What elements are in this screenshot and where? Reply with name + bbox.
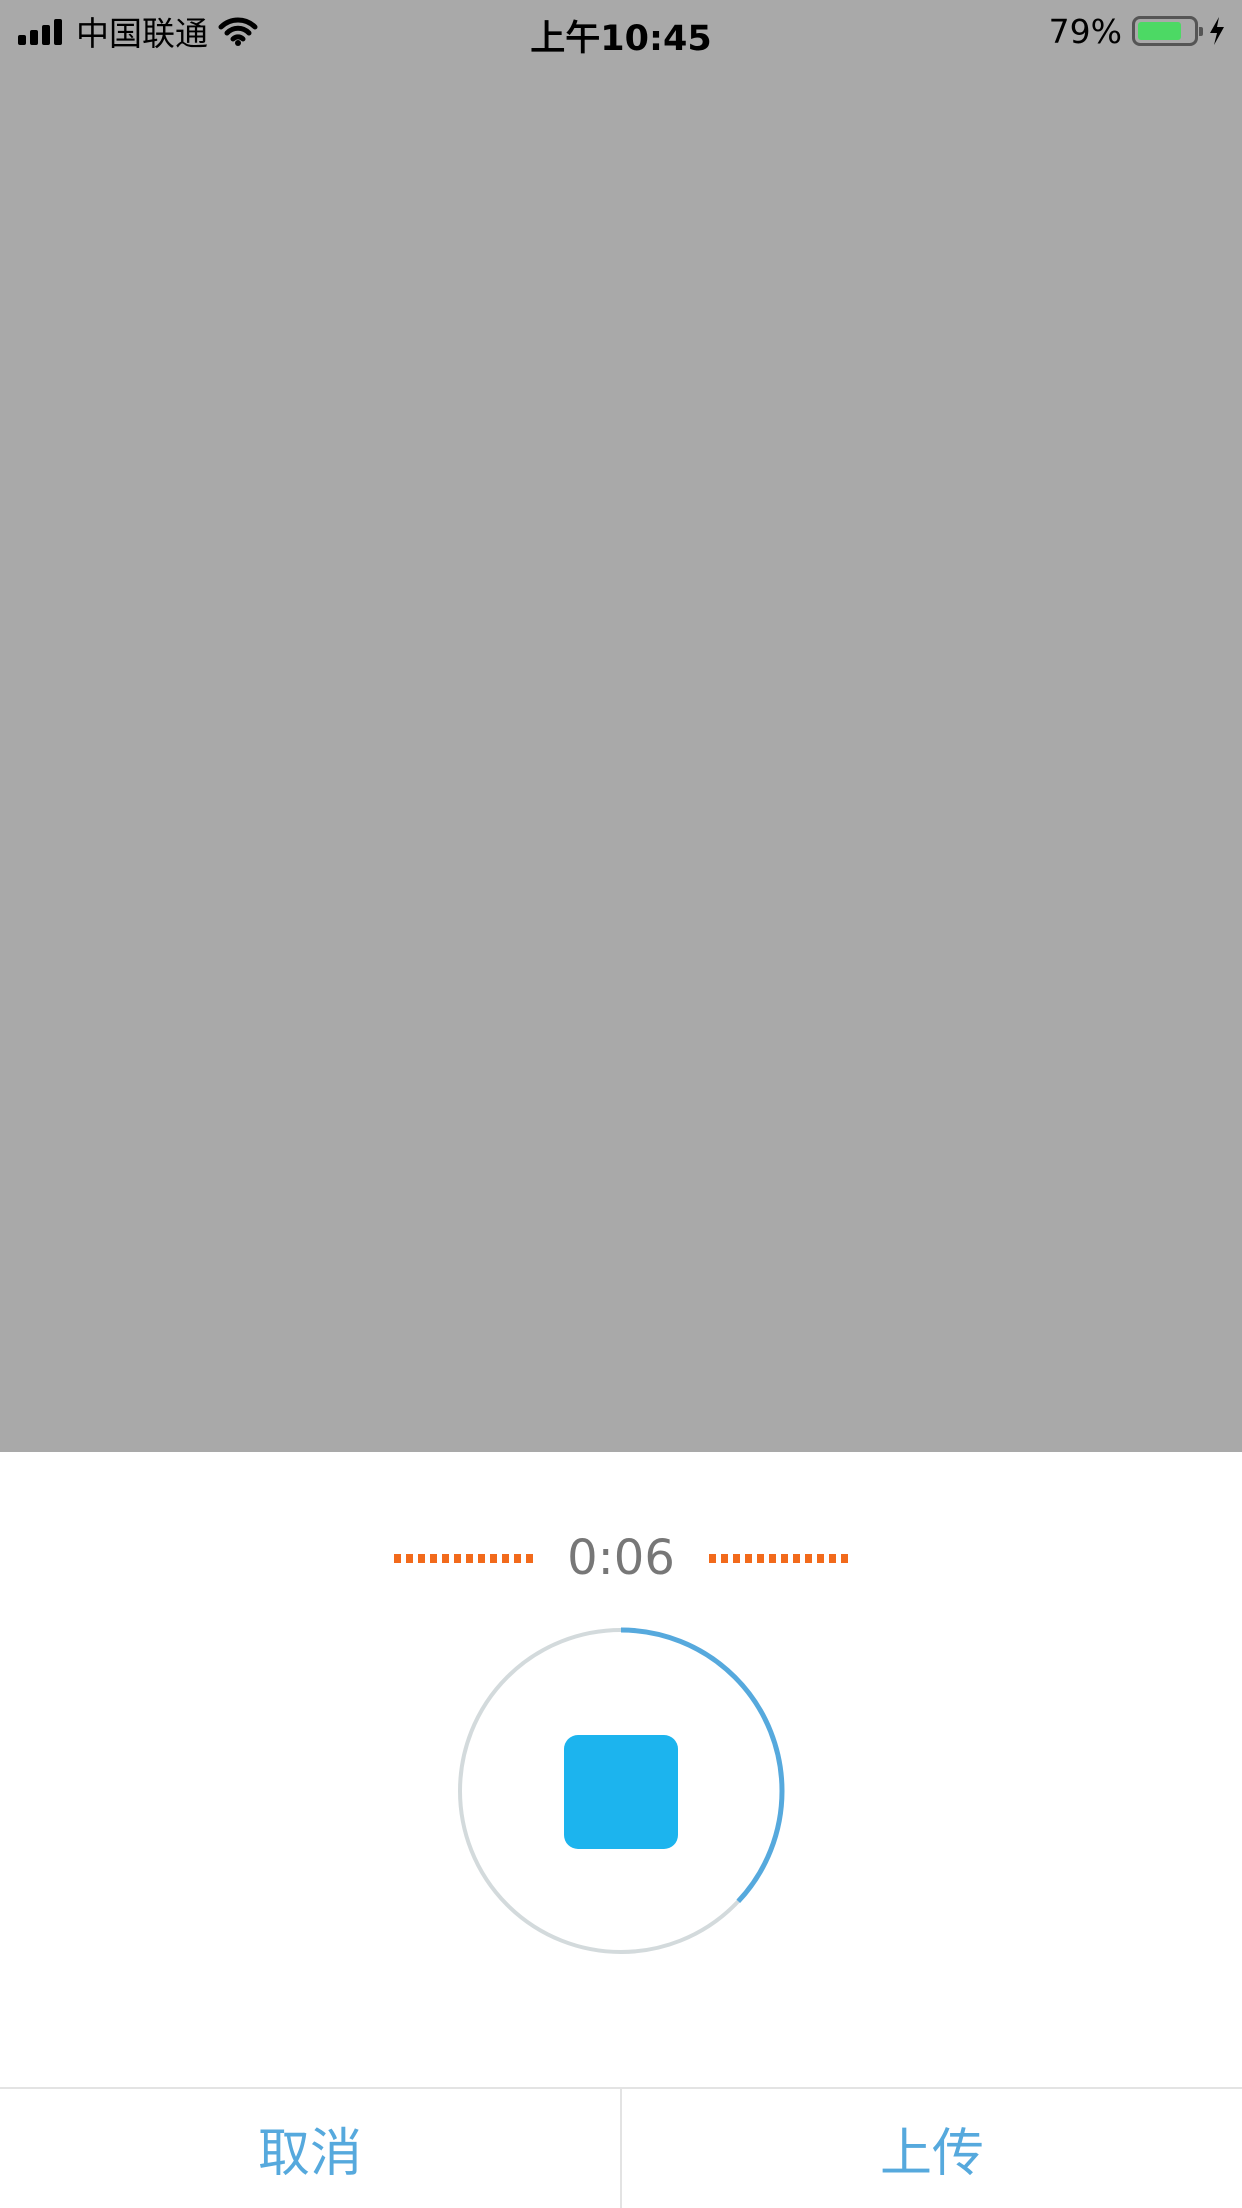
level-dot (780, 1553, 788, 1563)
level-dot (792, 1553, 800, 1563)
level-dot (840, 1553, 848, 1563)
level-dot (768, 1553, 776, 1563)
level-dot (490, 1553, 498, 1563)
level-dot (526, 1553, 534, 1563)
timer-row: 0:06 (0, 1528, 1242, 1588)
level-dot (744, 1553, 752, 1563)
level-dot (708, 1553, 716, 1563)
status-bar: 中国联通 上午10:45 79% (0, 0, 1242, 62)
level-dot (478, 1553, 486, 1563)
level-dot (406, 1553, 414, 1563)
elapsed-time: 0:06 (567, 1530, 675, 1586)
stop-button[interactable] (564, 1735, 678, 1849)
level-dot (720, 1553, 728, 1563)
battery-percent: 79% (1048, 11, 1122, 51)
level-dot (756, 1553, 764, 1563)
voice-recorder-screen: 中国联通 上午10:45 79% 0:06 取消 上传 (0, 0, 1242, 2208)
level-dot (514, 1553, 522, 1563)
level-dot (804, 1553, 812, 1563)
level-dot (502, 1553, 510, 1563)
battery-icon (1132, 16, 1203, 46)
level-dot (828, 1553, 836, 1563)
level-dot (454, 1553, 462, 1563)
level-dot (466, 1553, 474, 1563)
level-dot (418, 1553, 426, 1563)
battery-cap (1199, 27, 1203, 36)
audio-level-right (708, 1553, 848, 1563)
upload-button[interactable]: 上传 (622, 2089, 1242, 2208)
level-dot (816, 1553, 824, 1563)
charging-icon (1210, 17, 1224, 45)
dimmed-backdrop[interactable] (0, 0, 1242, 1452)
battery-level (1138, 22, 1181, 40)
level-dot (442, 1553, 450, 1563)
status-right: 79% (1049, 10, 1226, 52)
action-bar: 取消 上传 (0, 2087, 1242, 2208)
level-dot (430, 1553, 438, 1563)
audio-level-left (394, 1553, 534, 1563)
cancel-button[interactable]: 取消 (0, 2089, 620, 2208)
level-dot (394, 1553, 402, 1563)
level-dot (732, 1553, 740, 1563)
